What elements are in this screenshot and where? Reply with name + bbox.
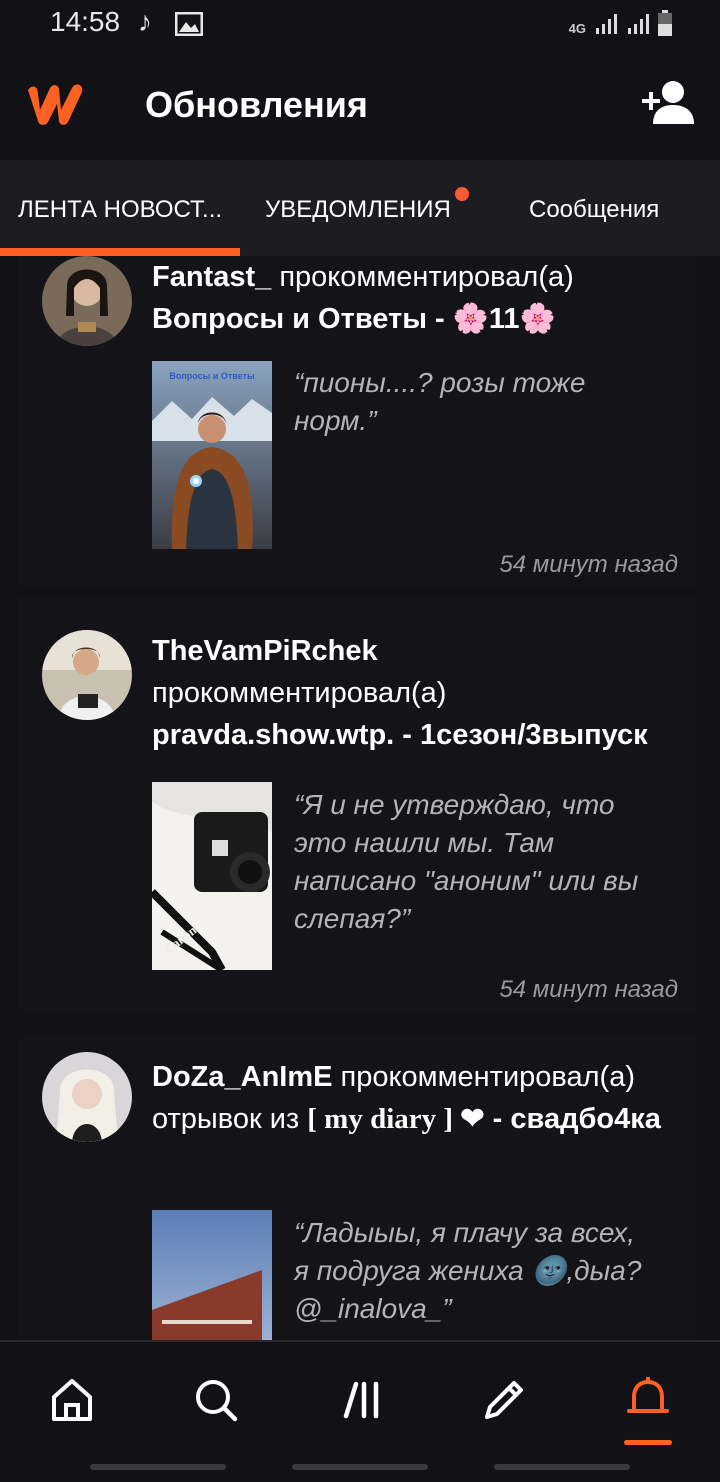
tab-notifications[interactable]: УВЕДОМЛЕНИЯ — [265, 196, 451, 224]
feed-item[interactable]: Fantast_ прокомментировал(а) Вопросы и О… — [18, 256, 696, 586]
tab-messages[interactable]: Сообщения — [529, 196, 659, 224]
avatar[interactable] — [42, 630, 132, 720]
home-icon[interactable] — [42, 1370, 102, 1430]
page-title: Обновления — [145, 84, 368, 125]
library-icon[interactable] — [332, 1370, 392, 1430]
news-feed: Fantast_ прокомментировал(а) Вопросы и О… — [0, 256, 720, 1340]
wattpad-logo[interactable] — [24, 80, 88, 133]
feed-item[interactable]: TheVamPiRchek прокомментировал(а) pravda… — [18, 596, 696, 1014]
app-header: Обновления — [0, 50, 720, 160]
username[interactable]: DoZa_AnImE — [152, 1061, 332, 1093]
timestamp: 54 минут назад — [499, 976, 678, 1003]
music-note-icon: ♪ — [138, 6, 152, 37]
action-text: прокомментировал(а) — [152, 677, 447, 709]
story-title[interactable]: [ my diary ] ❤ — [307, 1103, 484, 1135]
feed-headline: Fantast_ прокомментировал(а) Вопросы и О… — [152, 256, 682, 340]
network-type: 4G — [568, 21, 586, 36]
battery-icon — [658, 10, 672, 36]
story-chapter[interactable]: - свадбо4ка — [493, 1103, 661, 1135]
unread-dot — [455, 187, 469, 201]
story-cover[interactable]: Вопросы и Ответы — [152, 361, 272, 549]
comment-text: “пионы....? розы тоже норм.” — [294, 367, 586, 436]
gallery-icon — [174, 11, 204, 41]
username[interactable]: Fantast_ — [152, 261, 271, 293]
story-title[interactable]: Вопросы и Ответы - 🌸11🌸 — [152, 303, 556, 335]
tab-news-feed[interactable]: ЛЕНТА НОВОСТ... — [18, 196, 222, 224]
excerpt-prefix: отрывок из — [152, 1103, 300, 1135]
gesture-bar — [90, 1464, 226, 1470]
cover-caption: Вопросы и Ответы — [169, 371, 255, 381]
search-icon[interactable] — [186, 1370, 246, 1430]
gesture-bar — [494, 1464, 630, 1470]
feed-item[interactable]: DoZa_AnImE прокомментировал(а) отрывок и… — [18, 1034, 696, 1340]
action-text: прокомментировал(а) — [279, 261, 574, 293]
action-text: прокомментировал(а) — [340, 1061, 635, 1093]
add-friend-icon[interactable] — [640, 80, 696, 131]
signal-icon — [628, 14, 649, 34]
bottom-navigation — [0, 1340, 720, 1482]
feed-headline: TheVamPiRchek прокомментировал(а) pravda… — [152, 630, 682, 756]
status-time: 14:58 — [50, 6, 121, 37]
status-bar: 14:58 ♪ 4G — [0, 0, 720, 50]
gesture-bar — [292, 1464, 428, 1470]
username[interactable]: TheVamPiRchek — [152, 635, 378, 667]
pencil-icon[interactable] — [474, 1370, 534, 1430]
avatar[interactable] — [42, 1052, 132, 1142]
active-tab-indicator — [0, 248, 240, 256]
tab-bar: ЛЕНТА НОВОСТ... УВЕДОМЛЕНИЯ Сообщения — [0, 160, 720, 256]
comment-text: “Я и не утверждаю, что это нашли мы. Там… — [294, 789, 639, 934]
story-title[interactable]: pravda.show.wtp. - 1сезон/3выпуск — [152, 719, 648, 751]
avatar[interactable] — [42, 256, 132, 346]
active-nav-indicator — [624, 1440, 672, 1445]
signal-icon — [596, 14, 617, 34]
bell-icon[interactable] — [618, 1370, 678, 1430]
feed-headline: DoZa_AnImE прокомментировал(а) отрывок и… — [152, 1056, 682, 1140]
timestamp: 54 минут назад — [499, 551, 678, 578]
story-cover[interactable]: Canon — [152, 782, 272, 970]
story-cover[interactable] — [152, 1210, 272, 1340]
comment-text: “Ладыыы, я плачу за всех, я подруга жени… — [294, 1217, 642, 1324]
